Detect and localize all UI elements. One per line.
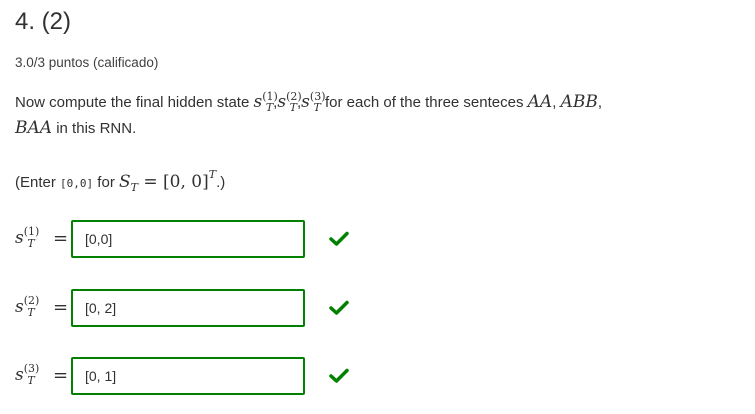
hint-prefix: (Enter: [15, 174, 61, 191]
question-text-before: Now compute the final hidden state: [15, 94, 254, 111]
answer-label-2: s(2)T: [15, 294, 40, 319]
checkmark-icon: [329, 231, 349, 246]
hint-equation: = [0, 0]: [137, 172, 209, 192]
question-text: Now compute the final hidden state s(1)T…: [15, 90, 745, 141]
answer-row-1: s(1)T =: [15, 220, 755, 264]
state-s2-symbol: s(2)T: [277, 90, 302, 114]
hint-text: (Enter [0,0] for ST = [0, 0]T.): [15, 168, 226, 194]
checkmark-icon: [329, 368, 349, 383]
answer-input-1[interactable]: [71, 220, 305, 258]
hint-code: [0,0]: [60, 177, 94, 190]
hint-middle: for: [93, 174, 119, 191]
hint-s-symbol: S: [118, 172, 131, 192]
equals-sign: =: [53, 365, 69, 386]
answer-row-2: s(2)T =: [15, 289, 755, 333]
problem-score: 3.0/3 puntos (calificado): [15, 55, 159, 70]
separator: ,: [552, 94, 561, 111]
state-s1-symbol: s(1)T: [253, 90, 278, 114]
checkmark-icon: [329, 300, 349, 315]
answer-input-2[interactable]: [71, 289, 305, 327]
hint-suffix: .): [216, 174, 226, 191]
question-text-middle: for each of the three senteces: [320, 94, 528, 111]
problem-title: 4. (2): [15, 8, 72, 35]
equals-sign: =: [53, 228, 69, 249]
sentence-baa: BAA: [15, 118, 53, 138]
hint-transpose: T: [208, 168, 217, 181]
hint-t-subscript: T: [130, 181, 138, 194]
answer-label-1: s(1)T: [15, 225, 40, 250]
answer-label-3: s(3)T: [15, 362, 40, 387]
state-s3-symbol: s(3)T: [301, 90, 326, 114]
question-text-after: in this RNN.: [52, 120, 137, 137]
separator: ,: [597, 94, 602, 111]
sentence-aa: AA: [527, 92, 553, 112]
answer-row-3: s(3)T =: [15, 357, 755, 401]
sentence-abb: ABB: [560, 92, 598, 112]
equals-sign: =: [53, 297, 69, 318]
answer-input-3[interactable]: [71, 357, 305, 395]
